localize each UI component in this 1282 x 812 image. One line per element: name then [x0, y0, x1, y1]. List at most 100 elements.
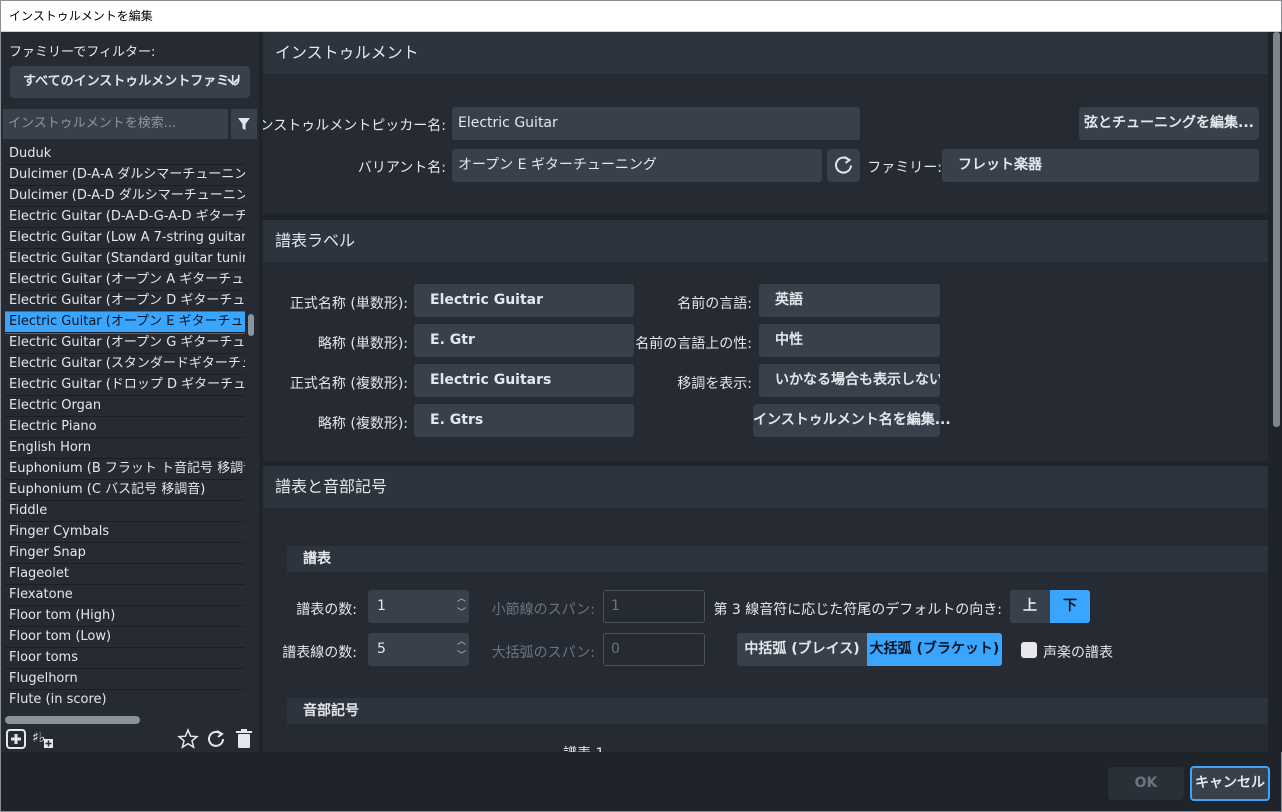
- chevron-up-icon[interactable]: ︿: [457, 594, 466, 605]
- edit-instruments-dialog: インストゥルメントを編集 ファミリーでフィルター: すべてのインストゥルメントフ…: [0, 0, 1282, 812]
- bracket-button[interactable]: 大括弧 (ブラケット): [867, 633, 1002, 666]
- num-lines-stepper[interactable]: 5 ︿ ﹀: [368, 633, 469, 666]
- instrument-list-item[interactable]: Fiddle: [5, 501, 245, 522]
- barline-span-field[interactable]: 1: [603, 590, 705, 623]
- main-vertical-scrollbar[interactable]: [1271, 32, 1282, 752]
- instrument-list-item[interactable]: Electric Guitar (D-A-D-G-A-D ギターチューニング): [5, 207, 245, 228]
- bracket-span-label: 大括弧のスパン:: [491, 645, 595, 661]
- chevron-up-icon[interactable]: ︿: [457, 637, 466, 648]
- instrument-list-item[interactable]: Dulcimer (D-A-D ダルシマーチューニング): [5, 186, 245, 207]
- star-icon[interactable]: [177, 728, 199, 755]
- name-language-select[interactable]: 英語: [759, 284, 940, 317]
- instrument-list-item[interactable]: Electric Guitar (Low A 7-string guitar t…: [5, 228, 245, 249]
- instrument-list-item[interactable]: Euphonium (C バス記号 移調音): [5, 480, 245, 501]
- list-vertical-scrollbar[interactable]: [248, 314, 254, 336]
- instrument-list-item[interactable]: Flexatone: [5, 585, 245, 606]
- reset-icon: [835, 156, 852, 174]
- short-name-singular-field[interactable]: E. Gtr: [414, 324, 634, 357]
- instrument-list-item[interactable]: Electric Guitar (オープン D ギターチューニング): [5, 291, 245, 312]
- instrument-list-item[interactable]: Floor tom (Low): [5, 627, 245, 648]
- filter-button[interactable]: [231, 109, 257, 139]
- trash-icon[interactable]: [233, 728, 255, 755]
- cancel-button[interactable]: キャンセル: [1190, 766, 1270, 801]
- instrument-list-item[interactable]: Flageolet: [5, 564, 245, 585]
- instrument-list-item[interactable]: Electric Guitar (Standard guitar tuning): [5, 249, 245, 270]
- full-name-plural-label: 正式名称 (複数形):: [289, 376, 408, 392]
- full-name-singular-field[interactable]: Electric Guitar: [414, 284, 634, 317]
- num-staves-stepper[interactable]: 1 ︿ ﹀: [368, 590, 469, 623]
- staves-clefs-section: 譜表 譜表の数: 1 ︿ ﹀ 譜表線の数: 5 ︿ ﹀ 小節線のスパン: 1 大…: [263, 508, 1268, 752]
- instrument-list-item[interactable]: Electric Guitar (スタンダードギターチューニング): [5, 354, 245, 375]
- staff-labels-section-header: 譜表ラベル: [263, 220, 1268, 262]
- instrument-list-item[interactable]: Finger Snap: [5, 543, 245, 564]
- instrument-list-item[interactable]: Floor toms: [5, 648, 245, 669]
- full-name-singular-label: 正式名称 (単数形):: [289, 296, 408, 312]
- chevron-down-icon[interactable]: ﹀: [457, 651, 466, 662]
- instrument-list-item[interactable]: Duduk: [5, 144, 245, 165]
- instrument-list-item[interactable]: Electric Piano: [5, 417, 245, 438]
- num-lines-label: 譜表線の数:: [282, 645, 357, 661]
- barline-span-label: 小節線のスパン:: [491, 602, 595, 618]
- instrument-list-item[interactable]: Electric Guitar (オープン G ギターチューニング): [5, 333, 245, 354]
- num-staves-value: 1: [377, 598, 386, 614]
- instrument-search-input[interactable]: インストゥルメントを検索...: [3, 109, 228, 139]
- staff-labels-section: 正式名称 (単数形): Electric Guitar 略称 (単数形): E.…: [263, 262, 1268, 461]
- name-language-label: 名前の言語:: [677, 296, 752, 312]
- short-name-plural-label: 略称 (複数形):: [317, 416, 408, 432]
- window-title: インストゥルメントを編集: [1, 1, 1281, 32]
- instrument-editor-panel: インストゥルメント インストゥルメントピッカー名: Electric Guita…: [263, 32, 1268, 752]
- main-scroll-thumb[interactable]: [1273, 32, 1280, 427]
- instrument-section: インストゥルメントピッカー名: Electric Guitar 弦とチューニング…: [263, 74, 1268, 214]
- instrument-list-panel: ファミリーでフィルター: すべてのインストゥルメントファミリー インストゥルメン…: [1, 32, 259, 752]
- list-horizontal-scrollbar[interactable]: [5, 716, 140, 724]
- staves-subheader: 譜表: [287, 546, 1268, 572]
- clefs-subheader: 音部記号: [287, 698, 1268, 724]
- family-label: ファミリー:: [867, 160, 942, 176]
- instrument-section-header: インストゥルメント: [263, 32, 1268, 74]
- vocal-staff-checkbox[interactable]: [1021, 642, 1037, 658]
- bracket-span-field[interactable]: 0: [603, 633, 705, 666]
- instrument-list-item[interactable]: Electric Guitar (オープン A ギターチューニング): [5, 270, 245, 291]
- ok-button[interactable]: OK: [1108, 767, 1184, 800]
- chevron-down-icon[interactable]: ﹀: [457, 608, 466, 619]
- show-transposition-label: 移調を表示:: [677, 376, 752, 392]
- add-instrument-icon[interactable]: [5, 728, 27, 755]
- svg-text:♯♭: ♯♭: [32, 730, 45, 746]
- num-staves-label: 譜表の数:: [296, 602, 357, 618]
- instrument-list-item[interactable]: Dulcimer (D-A-A ダルシマーチューニング): [5, 165, 245, 186]
- add-from-score-icon[interactable]: ♯♭: [31, 728, 55, 755]
- instrument-list-item[interactable]: English Horn: [5, 438, 245, 459]
- variant-name-field[interactable]: オープン E ギターチューニング: [452, 149, 822, 182]
- instrument-list-item[interactable]: Finger Cymbals: [5, 522, 245, 543]
- family-field[interactable]: フレット楽器: [942, 149, 1259, 182]
- edit-strings-tuning-button[interactable]: 弦とチューニングを編集...: [1079, 107, 1259, 140]
- funnel-icon: [238, 118, 250, 130]
- instrument-list-item[interactable]: Euphonium (B フラット ト音記号 移調音 パート): [5, 459, 245, 480]
- grammatical-gender-label: 名前の言語上の性:: [635, 336, 752, 352]
- variant-name-label: バリアント名:: [357, 160, 446, 176]
- instrument-list-item[interactable]: Floor tom (High): [5, 606, 245, 627]
- instrument-list: Duduk Dulcimer (D-A-A ダルシマーチューニング) Dulcime…: [5, 144, 245, 710]
- instrument-list-item[interactable]: Electric Organ: [5, 396, 245, 417]
- grammatical-gender-select[interactable]: 中性: [759, 324, 940, 357]
- reset-icon[interactable]: [205, 728, 227, 755]
- full-name-plural-field[interactable]: Electric Guitars: [414, 364, 634, 397]
- instrument-list-item[interactable]: Flute (in score): [5, 690, 245, 710]
- stem-up-button[interactable]: 上: [1010, 590, 1050, 623]
- instrument-list-item[interactable]: Electric Guitar (オープン E ギターチューニング): [5, 311, 245, 334]
- brace-button[interactable]: 中括弧 (ブレイス): [737, 633, 867, 666]
- instrument-list-item[interactable]: Electric Guitar (ドロップ D ギターチューニング): [5, 375, 245, 396]
- picker-name-field[interactable]: Electric Guitar: [452, 107, 860, 140]
- chevron-down-icon: [226, 66, 240, 111]
- num-lines-value: 5: [377, 641, 386, 657]
- edit-instrument-names-button[interactable]: インストゥルメント名を編集...: [753, 404, 951, 437]
- instrument-list-item[interactable]: Flugelhorn: [5, 669, 245, 690]
- dialog-footer: OK キャンセル: [1, 752, 1281, 811]
- show-transposition-select[interactable]: いかなる場合も表示しない: [759, 364, 940, 397]
- stem-down-button[interactable]: 下: [1050, 590, 1090, 623]
- family-filter-select[interactable]: すべてのインストゥルメントファミリー: [10, 66, 250, 121]
- reset-variant-button[interactable]: [827, 149, 860, 182]
- staff-1-label: 譜表 1: [563, 743, 604, 752]
- picker-name-label: インストゥルメントピッカー名:: [263, 118, 446, 134]
- short-name-plural-field[interactable]: E. Gtrs: [414, 404, 634, 437]
